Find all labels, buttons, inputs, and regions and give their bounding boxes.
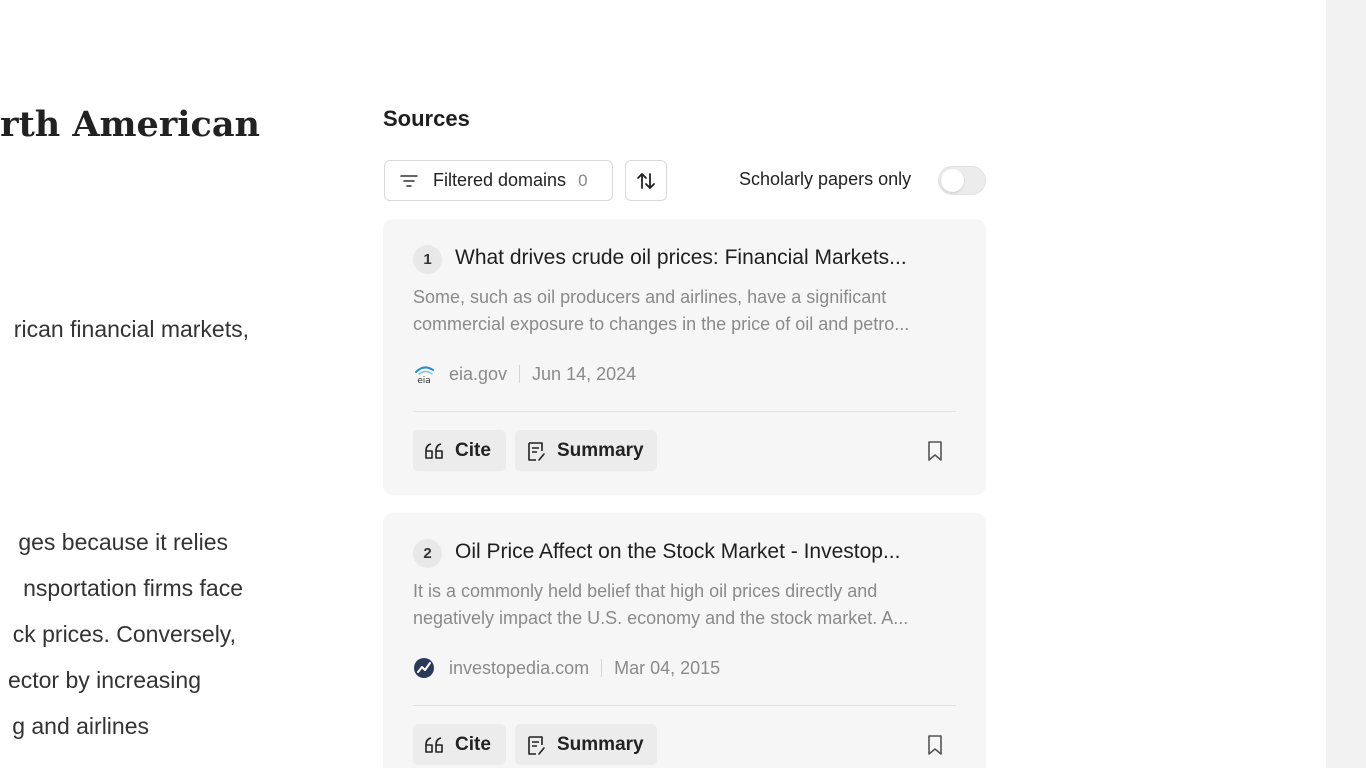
source-number: 2 [413,539,442,568]
article-text-line: ges because it relies [18,529,228,555]
filter-icon [400,174,418,187]
source-meta: eia eia.gov Jun 14, 2024 [413,362,636,386]
filtered-domains-label: Filtered domains [433,170,567,190]
summary-label: Summary [557,733,644,755]
summary-document-icon [528,441,545,461]
article-text-line: nsportation firms face [23,575,243,601]
scholarly-papers-label: Scholarly papers only [739,169,912,189]
summary-document-icon [528,735,545,755]
source-snippet: It is a commonly held belief that high o… [413,581,909,628]
source-number: 1 [413,245,442,274]
source-date: Jun 14, 2024 [532,363,637,384]
sort-arrows-icon [637,172,655,189]
svg-text:eia: eia [417,376,431,385]
meta-separator [519,365,521,383]
eia-logo-icon: eia [415,366,434,385]
source-title[interactable]: Oil Price Affect on the Stock Market - I… [455,540,960,564]
toggle-knob [941,169,964,192]
quote-icon [425,736,443,753]
summary-button[interactable]: Summary [515,724,657,765]
cite-button[interactable]: Cite [413,724,506,765]
bookmark-icon[interactable] [924,733,946,757]
source-card[interactable]: 1 What drives crude oil prices: Financia… [383,219,986,495]
article-text-line: g and airlines [12,713,149,739]
right-gutter [1326,0,1366,768]
article-title: orth American [0,104,260,145]
article-text-line: rican financial markets, [13,316,249,342]
quote-icon [425,442,443,459]
sources-heading: Sources [383,106,470,131]
cite-label: Cite [455,439,491,461]
investopedia-logo-icon [414,658,434,678]
filtered-domains-button[interactable]: Filtered domains 0 [384,160,613,201]
summary-label: Summary [557,439,644,461]
article-text-line: ck prices. Conversely, [12,621,236,647]
card-divider [413,411,956,412]
cite-label: Cite [455,733,491,755]
card-divider [413,705,956,706]
source-card[interactable]: 2 Oil Price Affect on the Stock Market -… [383,513,986,768]
source-domain[interactable]: eia.gov [449,364,507,385]
source-domain[interactable]: investopedia.com [449,658,589,679]
source-date: Mar 04, 2015 [614,657,721,678]
filtered-domains-count: 0 [578,170,588,190]
article-text-line: ector by increasing [7,667,201,693]
cite-button[interactable]: Cite [413,430,506,471]
page: orth American rican financial markets, g… [0,0,1366,768]
summary-button[interactable]: Summary [515,430,657,471]
bookmark-icon[interactable] [924,439,946,463]
meta-separator [601,659,603,677]
source-title[interactable]: What drives crude oil prices: Financial … [455,246,960,270]
sort-button[interactable] [625,160,667,201]
source-snippet: Some, such as oil producers and airlines… [413,287,910,334]
source-meta: investopedia.com Mar 04, 2015 [413,656,720,680]
scholarly-papers-toggle[interactable] [938,166,986,195]
